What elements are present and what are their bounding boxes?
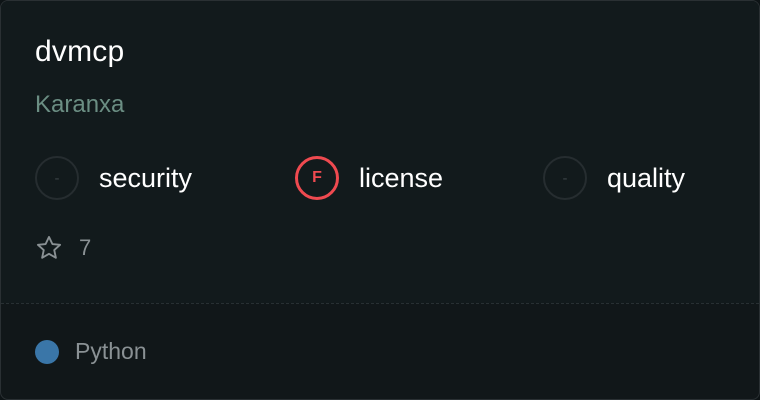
repo-owner-link[interactable]: Karanxa: [35, 91, 124, 119]
language-color-dot: [35, 339, 59, 364]
divider: [1, 303, 759, 304]
stars: 7: [35, 234, 91, 262]
security-grade-badge: -: [35, 156, 79, 200]
license-grade-badge: F: [295, 156, 339, 200]
security-label: security: [99, 162, 193, 193]
metric-license: F license: [295, 154, 443, 202]
quality-grade-badge: -: [543, 156, 587, 200]
language: Python: [35, 338, 147, 365]
repo-card[interactable]: dvmcp Karanxa - security F license - qua…: [0, 0, 760, 400]
star-icon: [35, 234, 63, 262]
quality-label: quality: [607, 162, 686, 193]
star-count: 7: [79, 235, 92, 260]
repo-name-link[interactable]: dvmcp: [35, 35, 124, 69]
license-label: license: [359, 162, 444, 193]
language-name: Python: [75, 338, 147, 364]
metric-quality: - quality: [543, 154, 685, 202]
metric-security: - security: [35, 154, 192, 202]
